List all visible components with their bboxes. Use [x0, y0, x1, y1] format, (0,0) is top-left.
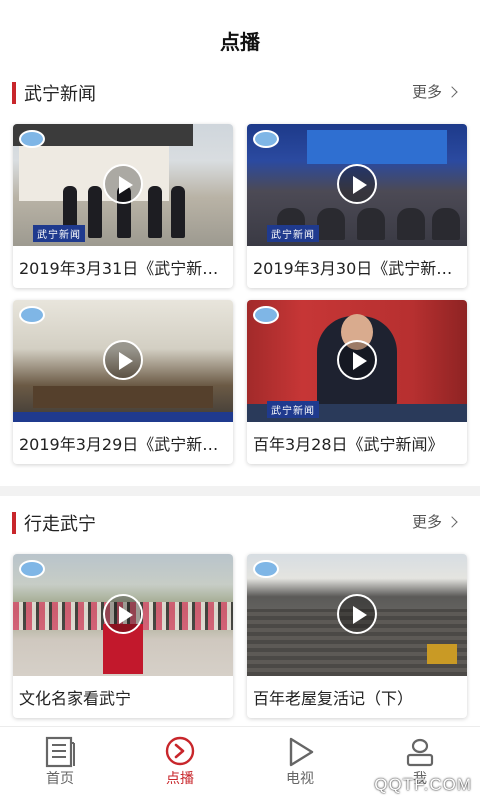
video-card[interactable]: 武宁新闻 2019年3月30日《武宁新闻》 — [247, 124, 467, 288]
tab-home[interactable]: 首页 — [0, 727, 120, 801]
channel-logo-icon — [253, 130, 279, 148]
channel-logo-icon — [19, 306, 45, 324]
section-divider — [0, 486, 480, 496]
section-title: 武宁新闻 — [24, 84, 96, 105]
home-icon — [45, 736, 75, 768]
video-card[interactable]: 文化名家看武宁 — [13, 554, 233, 718]
section-accent-bar — [12, 512, 16, 534]
video-caption: 百年3月28日《武宁新闻》 — [253, 435, 444, 454]
video-caption: 文化名家看武宁 — [19, 689, 132, 708]
video-card[interactable]: 2019年3月29日《武宁新闻》 — [13, 300, 233, 464]
top-header: 点播 — [0, 0, 480, 78]
section-header: 行走武宁 更多 — [0, 508, 480, 540]
channel-logo-icon — [253, 306, 279, 324]
play-icon[interactable] — [337, 164, 377, 204]
video-caption: 百年老屋复活记（下） — [253, 689, 414, 708]
tv-play-icon — [289, 737, 314, 767]
section-walk-wuning: 行走武宁 更多 文化名家看武宁 百年老屋复活记（下） — [0, 508, 480, 726]
section-header: 武宁新闻 更多 — [0, 78, 480, 110]
play-icon[interactable] — [337, 340, 377, 380]
bottom-tab-bar: 首页 点播 电视 我 QQTF.COM — [0, 726, 480, 801]
video-thumbnail: 武宁新闻 — [13, 124, 233, 246]
section-title: 行走武宁 — [24, 514, 96, 535]
video-thumbnail — [13, 300, 233, 422]
more-link[interactable]: 更多 — [411, 81, 458, 102]
video-card[interactable]: 百年老屋复活记（下） — [247, 554, 467, 718]
page-title: 点播 — [220, 29, 260, 54]
section-wuning-news: 武宁新闻 更多 武宁新闻 2019年3月31日《武宁新闻》 武宁新闻 2019年… — [0, 78, 480, 478]
video-card[interactable]: 武宁新闻 2019年3月31日《武宁新闻》 — [13, 124, 233, 288]
video-caption: 2019年3月30日《武宁新闻》 — [253, 259, 461, 278]
video-thumbnail: 武宁新闻 — [247, 300, 467, 422]
program-tag: 武宁新闻 — [33, 225, 85, 242]
more-link[interactable]: 更多 — [411, 511, 458, 532]
play-icon[interactable] — [103, 340, 143, 380]
tab-label: 电视 — [286, 771, 314, 787]
video-thumbnail — [247, 554, 467, 676]
tab-tv[interactable]: 电视 — [240, 727, 360, 801]
video-thumbnail — [13, 554, 233, 676]
video-caption: 2019年3月31日《武宁新闻》 — [19, 259, 227, 278]
user-icon — [406, 738, 434, 767]
more-label: 更多 — [411, 83, 442, 101]
program-tag: 武宁新闻 — [267, 401, 319, 418]
tab-vod[interactable]: 点播 — [120, 727, 240, 801]
play-icon[interactable] — [103, 594, 143, 634]
play-icon[interactable] — [337, 594, 377, 634]
tab-label: 首页 — [46, 771, 74, 787]
tab-label: 点播 — [166, 771, 194, 787]
program-tag: 武宁新闻 — [267, 225, 319, 242]
channel-logo-icon — [19, 130, 45, 148]
channel-logo-icon — [253, 560, 279, 578]
play-icon[interactable] — [103, 164, 143, 204]
section-accent-bar — [12, 82, 16, 104]
watermark: QQTF.COM — [374, 775, 472, 794]
video-card[interactable]: 武宁新闻 百年3月28日《武宁新闻》 — [247, 300, 467, 464]
more-label: 更多 — [411, 513, 442, 531]
video-caption: 2019年3月29日《武宁新闻》 — [19, 435, 227, 454]
video-thumbnail: 武宁新闻 — [247, 124, 467, 246]
play-circle-icon — [165, 736, 195, 766]
chevron-right-icon — [446, 86, 458, 98]
channel-logo-icon — [19, 560, 45, 578]
chevron-right-icon — [446, 516, 458, 528]
